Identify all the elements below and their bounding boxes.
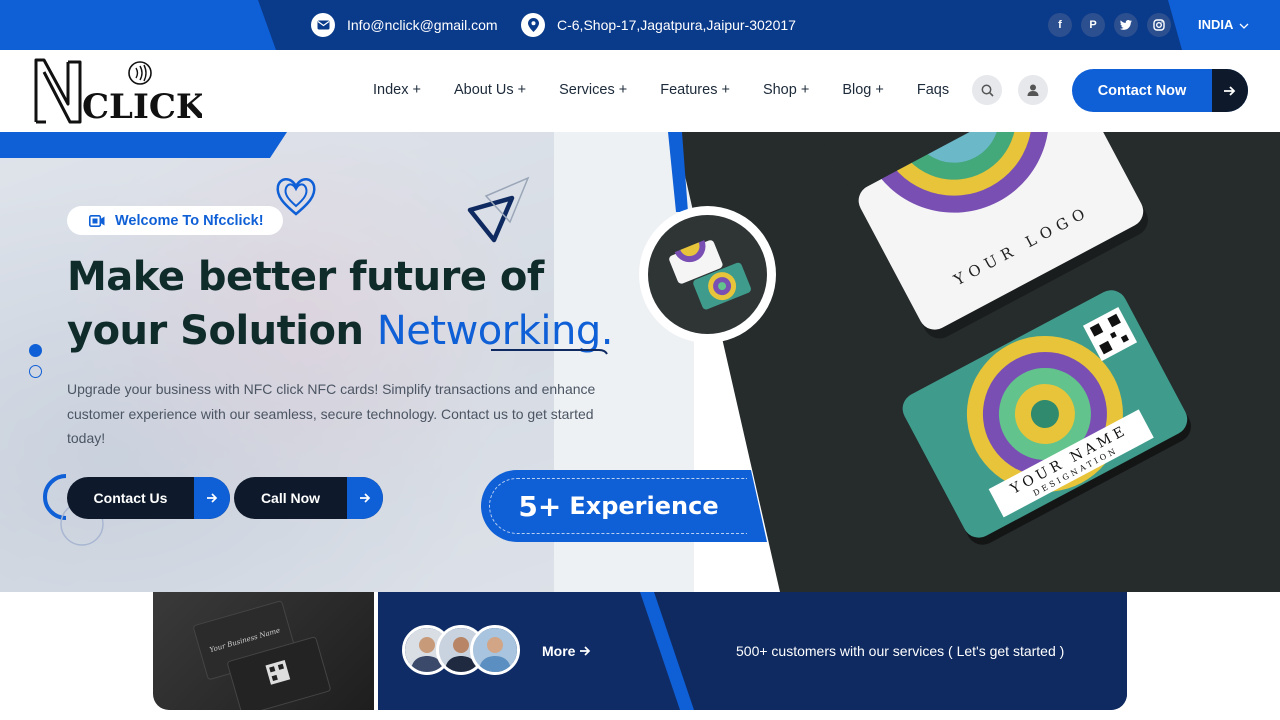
pinterest-icon[interactable]: P bbox=[1081, 13, 1105, 37]
chevron-down-icon bbox=[1239, 17, 1249, 32]
nclick-logo[interactable]: CLICK bbox=[32, 58, 202, 124]
user-icon bbox=[1027, 84, 1039, 96]
headline-line-2: your Solution bbox=[67, 308, 377, 354]
main-nav: Index + About Us + Services + Features +… bbox=[373, 82, 982, 98]
mail-icon bbox=[311, 13, 335, 37]
hero-description: Upgrade your business with NFC click NFC… bbox=[67, 381, 596, 446]
headline-line-1: Make better future of bbox=[67, 254, 544, 300]
more-link[interactable]: More bbox=[542, 643, 591, 659]
business-card-photo: Your Business Name bbox=[153, 592, 374, 710]
slider-dot[interactable] bbox=[29, 365, 42, 378]
main-header: CLICK Index + About Us + Services + Feat… bbox=[0, 50, 1280, 132]
facebook-icon[interactable]: f bbox=[1048, 13, 1072, 37]
nav-item-about-us[interactable]: About Us + bbox=[454, 82, 526, 98]
nav-item-blog[interactable]: Blog + bbox=[842, 82, 884, 98]
instagram-icon[interactable] bbox=[1147, 13, 1171, 37]
social-links: f P bbox=[1048, 13, 1171, 37]
address-text: C-6,Shop-17,Jagatpura,Jaipur-302017 bbox=[557, 17, 796, 33]
hero-headline: Make better future of your Solution Netw… bbox=[67, 250, 613, 358]
contact-us-label: Contact Us bbox=[93, 490, 168, 506]
slider-dot-active[interactable] bbox=[29, 344, 42, 357]
address-contact[interactable]: C-6,Shop-17,Jagatpura,Jaipur-302017 bbox=[521, 13, 796, 37]
arrow-right-icon bbox=[580, 646, 591, 656]
video-icon bbox=[89, 214, 105, 227]
customer-avatars bbox=[402, 625, 520, 675]
nfc-cards-illustration: YOUR LOGO YOUR NAME DESIGNATION bbox=[794, 132, 1191, 545]
hero-section: YOUR LOGO YOUR NAME DESIGNATION Welcome … bbox=[0, 132, 1280, 592]
email-contact[interactable]: Info@nclick@gmail.com bbox=[311, 13, 498, 37]
nav-item-shop[interactable]: Shop + bbox=[763, 82, 809, 98]
top-bar-accent-left bbox=[0, 0, 276, 50]
nav-item-faqs[interactable]: Faqs bbox=[917, 82, 949, 98]
nav-item-features[interactable]: Features + bbox=[660, 82, 730, 98]
triangle-outline-icon bbox=[467, 176, 530, 243]
heart-outline-icon bbox=[276, 178, 316, 216]
call-now-button[interactable]: Call Now bbox=[234, 477, 383, 519]
hero-accent-tab bbox=[0, 132, 287, 158]
nav-item-index[interactable]: Index + bbox=[373, 82, 421, 98]
experience-badge: 5+ Experience bbox=[481, 470, 767, 542]
top-bar: Info@nclick@gmail.com C-6,Shop-17,Jagatp… bbox=[0, 0, 1280, 50]
customers-text: 500+ customers with our services ( Let's… bbox=[736, 643, 1065, 659]
avatar bbox=[470, 625, 520, 675]
country-selector[interactable]: INDIA bbox=[1198, 17, 1249, 32]
email-text: Info@nclick@gmail.com bbox=[347, 17, 498, 33]
headline-underline bbox=[491, 349, 608, 355]
search-icon bbox=[981, 84, 994, 97]
contact-now-label: Contact Now bbox=[1097, 82, 1187, 99]
nav-item-services[interactable]: Services + bbox=[559, 82, 627, 98]
contact-now-button[interactable]: Contact Now bbox=[1072, 69, 1248, 112]
search-button[interactable] bbox=[972, 75, 1002, 105]
product-thumbnail bbox=[639, 206, 776, 343]
welcome-text: Welcome To Nfcclick! bbox=[115, 212, 264, 229]
account-button[interactable] bbox=[1018, 75, 1048, 105]
logo-wordmark: CLICK bbox=[82, 87, 202, 124]
arrow-right-icon bbox=[1212, 69, 1248, 112]
location-pin-icon bbox=[521, 13, 545, 37]
twitter-icon[interactable] bbox=[1114, 13, 1138, 37]
call-now-label: Call Now bbox=[260, 490, 321, 506]
country-label: INDIA bbox=[1198, 17, 1234, 32]
experience-number: 5+ bbox=[518, 489, 562, 523]
welcome-badge: Welcome To Nfcclick! bbox=[67, 206, 283, 235]
hero-product-image: YOUR LOGO YOUR NAME DESIGNATION bbox=[675, 132, 1280, 592]
contact-us-button[interactable]: Contact Us bbox=[67, 477, 230, 519]
experience-label: Experience bbox=[569, 492, 719, 520]
nfc-wave-icon bbox=[128, 61, 152, 85]
more-label: More bbox=[542, 643, 576, 659]
customers-strip: More 500+ customers with our services ( … bbox=[378, 592, 1127, 710]
